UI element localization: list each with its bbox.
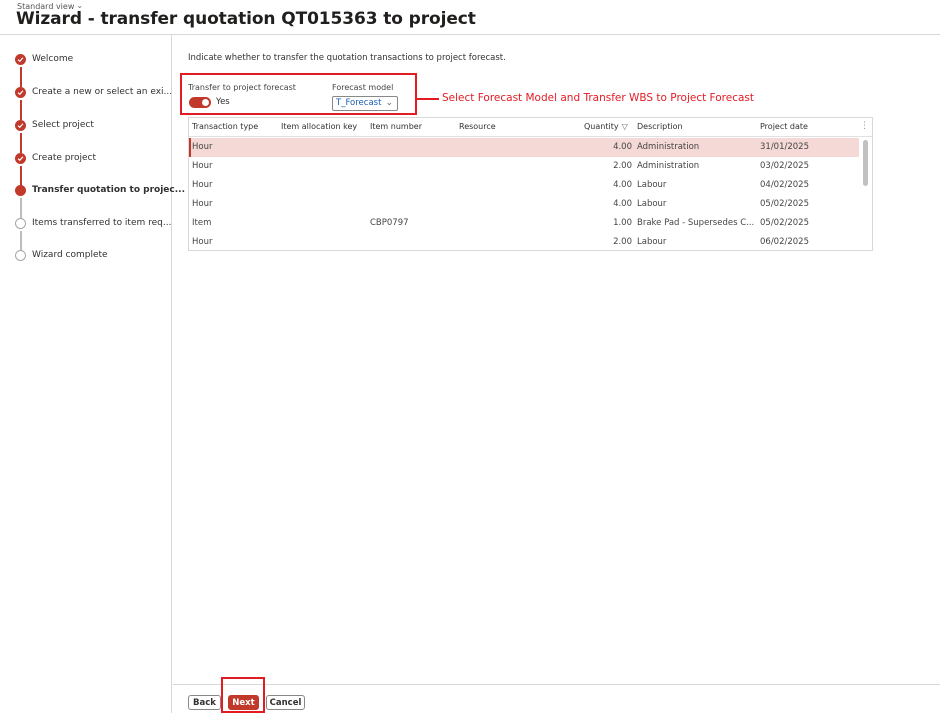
annotation-line (417, 98, 439, 100)
cell-project-date: 31/01/2025 (760, 142, 809, 152)
check-icon (15, 152, 26, 164)
column-quantity[interactable]: Quantity ▽ (584, 122, 628, 131)
step-select-project[interactable]: Select project (15, 118, 94, 132)
cell-quantity: 4.00 (613, 199, 632, 209)
step-create-or-select[interactable]: Create a new or select an exi... (15, 85, 172, 99)
cell-transaction-type: Hour (192, 142, 213, 152)
step-label: Create project (32, 153, 97, 163)
wizard-steps: Welcome Create a new or select an exi...… (0, 35, 185, 713)
step-transfer-quotation[interactable]: Transfer quotation to projec... (15, 183, 185, 197)
column-transaction-type[interactable]: Transaction type (192, 122, 258, 131)
column-item-number[interactable]: Item number (370, 122, 422, 131)
column-project-date[interactable]: Project date (760, 122, 808, 131)
table-row[interactable]: Hour 4.00 Labour 04/02/2025 (189, 176, 859, 195)
page-header: Standard view ⌄ Wizard - transfer quotat… (0, 0, 940, 35)
grid-header: Transaction type Item allocation key Ite… (189, 118, 872, 137)
cancel-button[interactable]: Cancel (266, 695, 305, 710)
transactions-grid: Transaction type Item allocation key Ite… (188, 117, 873, 251)
step-connector (20, 100, 22, 120)
more-options-icon[interactable]: ⋮ (860, 121, 869, 131)
cell-description: Labour (637, 199, 667, 209)
next-button[interactable]: Next (228, 695, 259, 710)
cell-quantity: 4.00 (613, 142, 632, 152)
cell-description: Labour (637, 237, 667, 247)
step-connector (20, 67, 22, 87)
page-title: Wizard - transfer quotation QT015363 to … (16, 9, 476, 29)
cell-transaction-type: Hour (192, 199, 213, 209)
cell-transaction-type: Hour (192, 180, 213, 190)
table-row[interactable]: Item CBP0797 1.00 Brake Pad - Supersedes C.… (189, 214, 859, 233)
check-icon (15, 53, 26, 65)
cell-project-date: 05/02/2025 (760, 199, 809, 209)
forecast-model-label: Forecast model (332, 83, 394, 92)
check-icon (15, 119, 26, 131)
step-wizard-complete[interactable]: Wizard complete (15, 248, 108, 262)
step-label: Wizard complete (32, 250, 108, 260)
step-connector (20, 133, 22, 153)
cell-quantity: 4.00 (613, 180, 632, 190)
pending-step-icon (15, 217, 26, 229)
table-row[interactable]: Hour 4.00 Labour 05/02/2025 (189, 195, 859, 214)
cell-quantity: 2.00 (613, 161, 632, 171)
cell-project-date: 05/02/2025 (760, 218, 809, 228)
step-label: Items transferred to item req... (32, 218, 172, 228)
step-label: Transfer quotation to projec... (32, 185, 185, 195)
cell-project-date: 04/02/2025 (760, 180, 809, 190)
grid-scrollbar[interactable] (863, 140, 868, 186)
table-row[interactable]: Hour 2.00 Administration 03/02/2025 (189, 157, 859, 176)
transfer-forecast-toggle[interactable] (189, 97, 211, 108)
cell-transaction-type: Hour (192, 237, 213, 247)
cell-project-date: 03/02/2025 (760, 161, 809, 171)
transfer-forecast-label: Transfer to project forecast (188, 83, 296, 92)
back-button[interactable]: Back (188, 695, 221, 710)
cell-quantity: 1.00 (613, 218, 632, 228)
column-description[interactable]: Description (637, 122, 683, 131)
step-items-transferred[interactable]: Items transferred to item req... (15, 216, 171, 230)
table-row[interactable]: Hour 4.00 Administration 31/01/2025 (189, 138, 859, 157)
cell-description: Administration (637, 142, 700, 152)
toggle-value: Yes (216, 97, 230, 107)
cell-quantity: 2.00 (613, 237, 632, 247)
cell-transaction-type: Item (192, 218, 212, 228)
annotation-text: Select Forecast Model and Transfer WBS t… (442, 92, 754, 104)
wizard-footer: Back Next Cancel (173, 684, 940, 713)
instruction-text: Indicate whether to transfer the quotati… (188, 53, 506, 63)
column-quantity-label: Quantity (584, 122, 619, 131)
step-label: Create a new or select an exi... (32, 87, 173, 97)
step-welcome[interactable]: Welcome (15, 52, 73, 66)
step-label: Welcome (32, 54, 74, 64)
table-row[interactable]: Hour 2.00 Labour 06/02/2025 (189, 233, 859, 250)
cell-transaction-type: Hour (192, 161, 213, 171)
chevron-down-icon: ⌄ (385, 98, 393, 108)
cell-item-number: CBP0797 (370, 218, 409, 228)
forecast-model-select[interactable]: T_Forecast ⌄ (332, 96, 398, 111)
step-label: Select project (32, 120, 94, 130)
active-step-icon (15, 184, 26, 196)
column-item-allocation-key[interactable]: Item allocation key (281, 122, 357, 131)
filter-icon[interactable]: ▽ (622, 122, 628, 131)
cell-description: Brake Pad - Supersedes C... (637, 218, 755, 228)
column-resource[interactable]: Resource (459, 122, 496, 131)
pending-step-icon (15, 249, 26, 261)
wizard-content: Indicate whether to transfer the quotati… (173, 35, 940, 684)
forecast-model-value: T_Forecast (336, 98, 382, 108)
cell-project-date: 06/02/2025 (760, 237, 809, 247)
check-icon (15, 86, 26, 98)
cell-description: Administration (637, 161, 700, 171)
cell-description: Labour (637, 180, 667, 190)
step-create-project[interactable]: Create project (15, 151, 96, 165)
